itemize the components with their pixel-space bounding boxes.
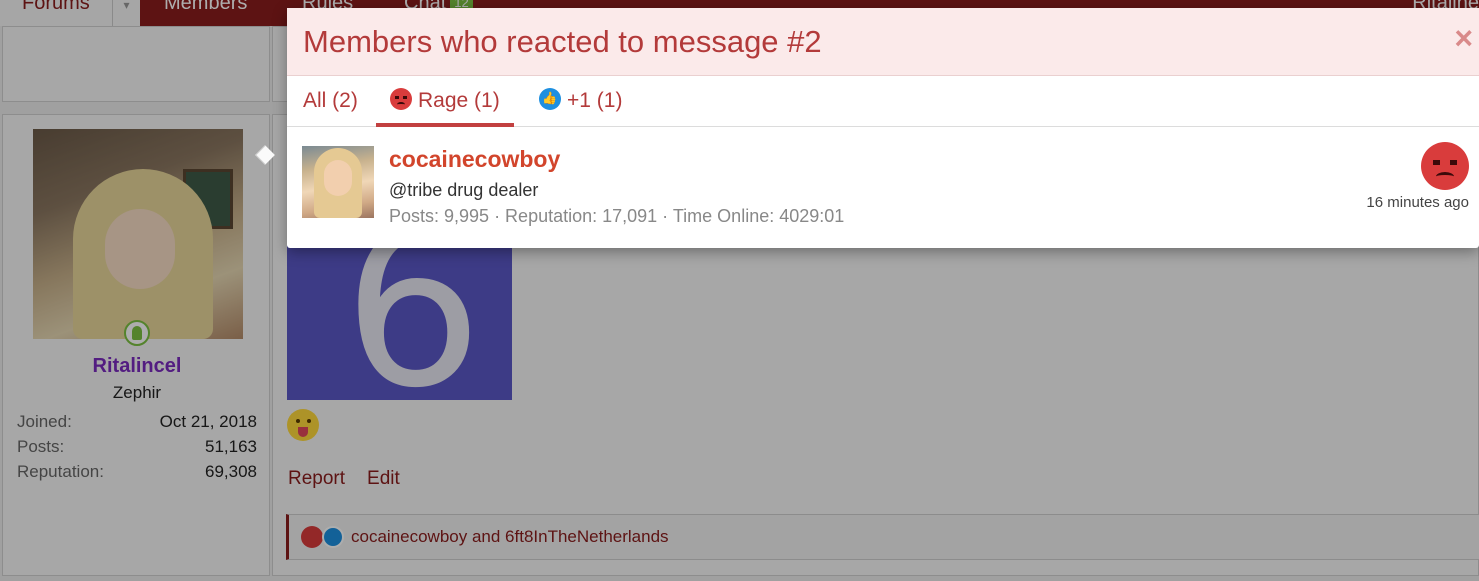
member-stats: Posts: 9,995 · Reputation: 17,091 · Time… xyxy=(389,206,845,226)
reaction-tabs: All (2) Rage (1) +1 (1) xyxy=(287,77,1479,127)
avatar-detail xyxy=(324,160,352,196)
tab-plus-one[interactable]: +1 (1) xyxy=(539,77,622,127)
tab-label: All (2) xyxy=(303,89,358,112)
modal-title: Members who reacted to message #2 xyxy=(303,24,822,59)
modal-header: Members who reacted to message #2 × xyxy=(287,8,1479,76)
member-username[interactable]: cocainecowboy xyxy=(389,146,560,173)
tab-all[interactable]: All (2) xyxy=(303,77,358,127)
rage-emoji-icon xyxy=(1421,142,1469,190)
tab-label: Rage (1) xyxy=(418,89,500,112)
member-title: @tribe drug dealer xyxy=(389,180,539,200)
thumbs-up-icon xyxy=(539,88,561,110)
tab-rage[interactable]: Rage (1) xyxy=(376,77,514,127)
reaction-timestamp: 16 minutes ago xyxy=(1366,194,1469,211)
close-icon[interactable]: × xyxy=(1454,22,1473,54)
tab-label: +1 (1) xyxy=(567,89,623,112)
reactions-modal: Members who reacted to message #2 × All … xyxy=(287,8,1479,248)
list-item: cocainecowboy @tribe drug dealer Posts: … xyxy=(287,128,1479,248)
rage-emoji-icon xyxy=(390,88,412,110)
avatar[interactable] xyxy=(302,146,374,218)
